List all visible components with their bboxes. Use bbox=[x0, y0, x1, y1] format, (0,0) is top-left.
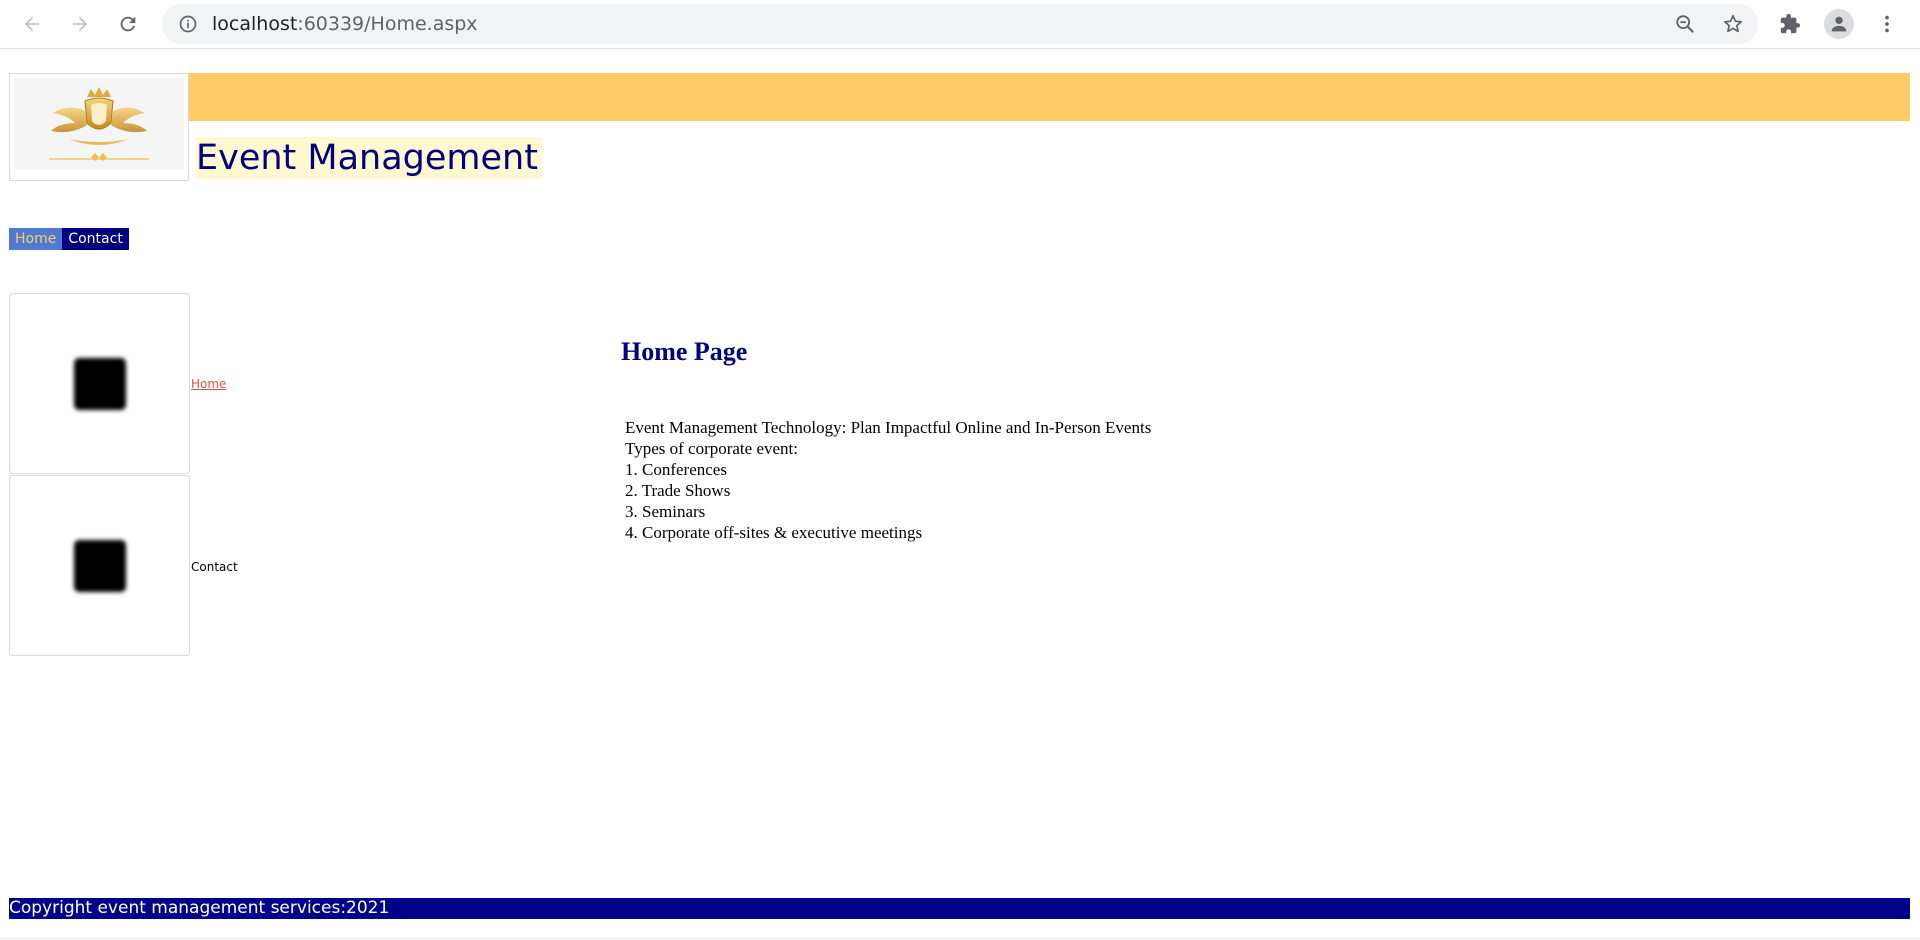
sidebar-link-home[interactable]: Home bbox=[191, 377, 226, 391]
content-line: 3. Seminars bbox=[625, 502, 706, 521]
page-viewport: Event Management Home Contact Home Conta… bbox=[0, 49, 1920, 940]
info-icon[interactable] bbox=[176, 12, 200, 36]
main-content: Event Management Technology: Plan Impact… bbox=[625, 417, 1151, 543]
crest-logo-image bbox=[14, 78, 184, 170]
divider bbox=[0, 938, 1920, 939]
forward-arrow-icon[interactable] bbox=[63, 7, 97, 41]
header-banner bbox=[9, 73, 1910, 121]
back-arrow-icon[interactable] bbox=[15, 7, 49, 41]
logo bbox=[9, 73, 189, 181]
url-text[interactable]: localhost:60339/Home.aspx bbox=[212, 13, 478, 35]
url-path: :60339/Home.aspx bbox=[297, 13, 478, 35]
content-line: Event Management Technology: Plan Impact… bbox=[625, 418, 1152, 437]
sidebar-card-home[interactable] bbox=[9, 293, 190, 474]
content-line: 1. Conferences bbox=[625, 460, 727, 479]
zoom-out-icon[interactable] bbox=[1673, 12, 1697, 36]
sidebar-link-contact: Contact bbox=[191, 560, 238, 574]
reload-icon[interactable] bbox=[111, 7, 145, 41]
browser-toolbar: localhost:60339/Home.aspx bbox=[0, 0, 1920, 49]
url-host: localhost bbox=[212, 13, 298, 35]
star-icon[interactable] bbox=[1721, 12, 1745, 36]
site-title: Event Management bbox=[196, 137, 542, 179]
profile-icon[interactable] bbox=[1822, 7, 1856, 41]
menu-item-contact[interactable]: Contact bbox=[62, 228, 129, 250]
page-heading: Home Page bbox=[621, 337, 748, 366]
content-line: 4. Corporate off-sites & executive meeti… bbox=[625, 523, 923, 542]
sidebar-card-contact[interactable] bbox=[9, 475, 190, 656]
footer: Copyright event management services:2021 bbox=[9, 898, 1910, 919]
content-line: 2. Trade Shows bbox=[625, 481, 731, 500]
top-menu: Home Contact bbox=[9, 228, 129, 250]
menu-item-home[interactable]: Home bbox=[9, 228, 63, 250]
address-bar[interactable]: localhost:60339/Home.aspx bbox=[162, 4, 1758, 44]
content-line: Types of corporate event: bbox=[625, 439, 798, 458]
home-thumbnail-icon bbox=[74, 358, 126, 410]
more-vert-icon[interactable] bbox=[1870, 7, 1904, 41]
puzzle-icon[interactable] bbox=[1773, 7, 1807, 41]
contact-thumbnail-icon bbox=[74, 540, 126, 592]
